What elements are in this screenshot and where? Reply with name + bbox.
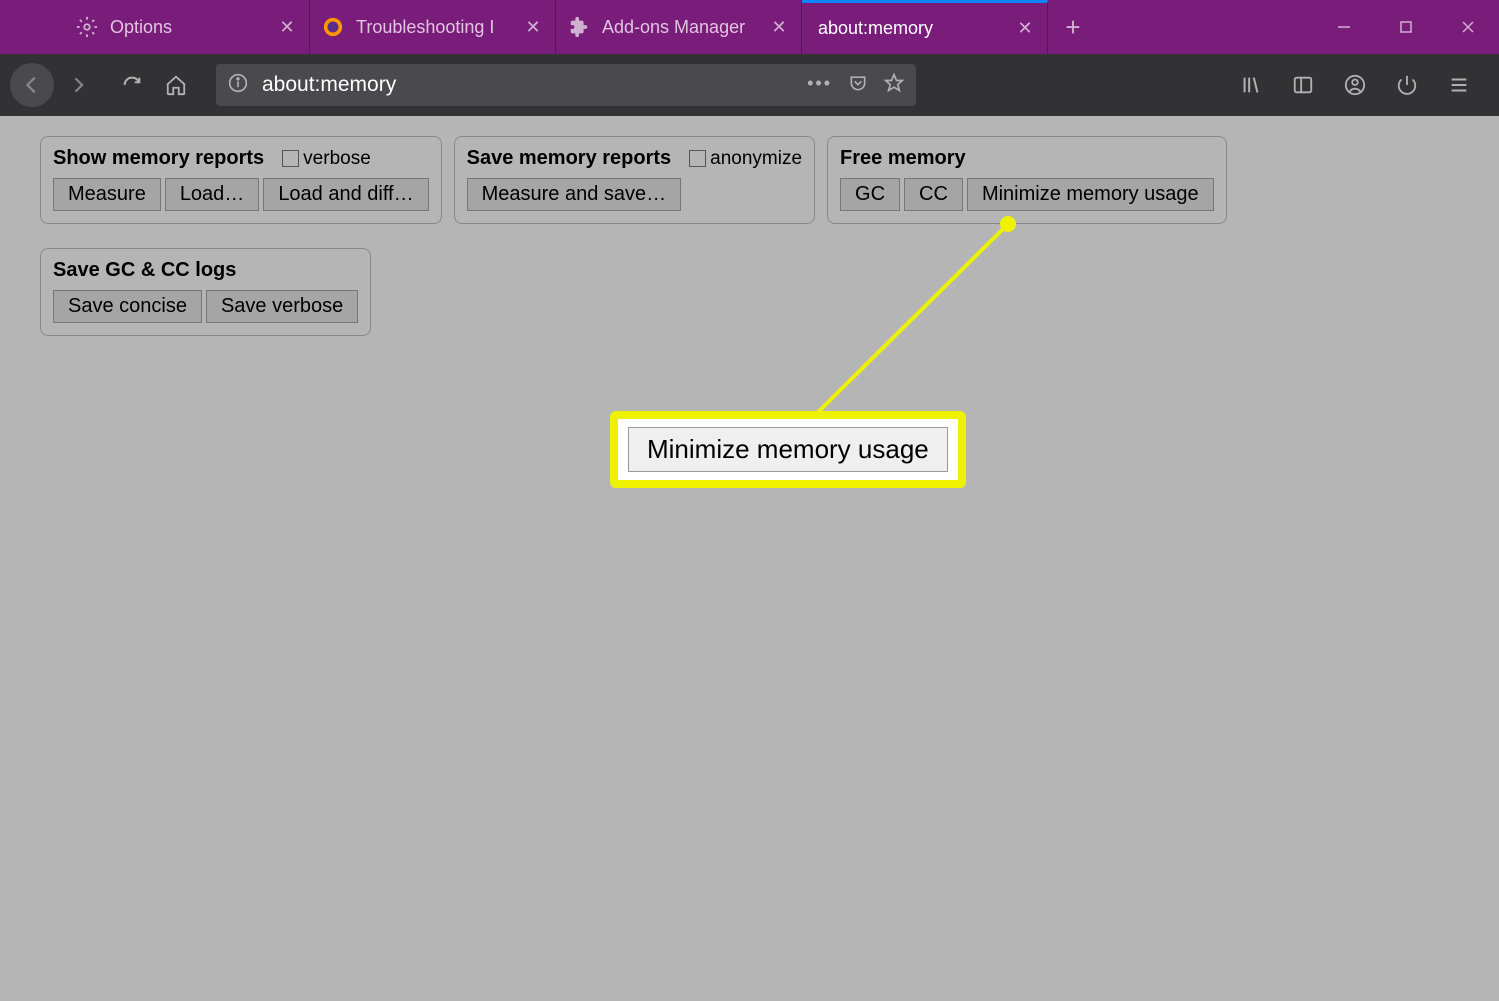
url-bar[interactable]: about:memory •••	[216, 64, 916, 106]
minimize-memory-usage-button[interactable]: Minimize memory usage	[967, 178, 1214, 211]
close-icon[interactable]: ✕	[277, 17, 297, 37]
tab-label: Add-ons Manager	[602, 17, 761, 38]
minimize-window-button[interactable]	[1313, 0, 1375, 54]
account-icon[interactable]	[1335, 65, 1375, 105]
close-icon[interactable]: ✕	[769, 17, 789, 37]
checkbox-text: verbose	[303, 148, 371, 170]
info-icon[interactable]	[228, 73, 248, 98]
callout-minimize-button: Minimize memory usage	[628, 427, 948, 472]
verbose-checkbox-label[interactable]: verbose	[282, 148, 371, 170]
tab-label: Options	[110, 17, 269, 38]
tab-options[interactable]: Options ✕	[64, 0, 310, 54]
page-content: Show memory reports verbose Measure Load…	[0, 116, 1499, 356]
save-gc-cc-logs-panel: Save GC & CC logs Save concise Save verb…	[40, 248, 371, 336]
callout-dot	[1000, 216, 1016, 232]
power-icon[interactable]	[1387, 65, 1427, 105]
tab-bar: Options ✕ Troubleshooting I ✕ Add-ons Ma…	[0, 0, 1499, 54]
firefox-icon	[322, 16, 344, 38]
url-actions: •••	[807, 73, 904, 98]
gc-button[interactable]: GC	[840, 178, 900, 211]
tab-troubleshooting[interactable]: Troubleshooting I ✕	[310, 0, 556, 54]
show-memory-reports-panel: Show memory reports verbose Measure Load…	[40, 136, 442, 224]
tab-label: about:memory	[818, 18, 1007, 39]
home-button[interactable]	[156, 65, 196, 105]
library-icon[interactable]	[1231, 65, 1271, 105]
navigation-toolbar: about:memory •••	[0, 54, 1499, 116]
close-icon[interactable]: ✕	[1015, 19, 1035, 39]
pocket-icon[interactable]	[848, 73, 868, 98]
url-text: about:memory	[262, 73, 807, 97]
tab-label: Troubleshooting I	[356, 17, 515, 38]
checkbox-icon[interactable]	[689, 150, 706, 167]
close-icon[interactable]: ✕	[523, 17, 543, 37]
checkbox-icon[interactable]	[282, 150, 299, 167]
toolbar-right	[1231, 65, 1479, 105]
menu-icon[interactable]	[1439, 65, 1479, 105]
free-memory-panel: Free memory GC CC Minimize memory usage	[827, 136, 1227, 224]
window-controls	[1313, 0, 1499, 54]
page-actions-icon[interactable]: •••	[807, 73, 832, 98]
sidebar-icon[interactable]	[1283, 65, 1323, 105]
save-verbose-button[interactable]: Save verbose	[206, 290, 358, 323]
tab-about-memory[interactable]: about:memory ✕	[802, 0, 1048, 54]
cc-button[interactable]: CC	[904, 178, 963, 211]
checkbox-text: anonymize	[710, 148, 802, 170]
save-memory-reports-panel: Save memory reports anonymize Measure an…	[454, 136, 815, 224]
anonymize-checkbox-label[interactable]: anonymize	[689, 148, 802, 170]
measure-and-save-button[interactable]: Measure and save…	[467, 178, 682, 211]
forward-button[interactable]	[58, 65, 98, 105]
reload-button[interactable]	[112, 65, 152, 105]
close-window-button[interactable]	[1437, 0, 1499, 54]
load-and-diff-button[interactable]: Load and diff…	[263, 178, 428, 211]
measure-button[interactable]: Measure	[53, 178, 161, 211]
callout-box: Minimize memory usage	[610, 411, 966, 488]
new-tab-button[interactable]: +	[1048, 0, 1098, 54]
tab-bar-spacer	[0, 0, 64, 54]
maximize-window-button[interactable]	[1375, 0, 1437, 54]
panel-title: Free memory	[840, 147, 966, 170]
panel-title: Save GC & CC logs	[53, 259, 236, 282]
tab-addons[interactable]: Add-ons Manager ✕	[556, 0, 802, 54]
panel-title: Save memory reports	[467, 147, 672, 170]
load-button[interactable]: Load…	[165, 178, 260, 211]
gear-icon	[76, 16, 98, 38]
panel-title: Show memory reports	[53, 147, 264, 170]
back-button[interactable]	[10, 63, 54, 107]
bookmark-star-icon[interactable]	[884, 73, 904, 98]
save-concise-button[interactable]: Save concise	[53, 290, 202, 323]
puzzle-icon	[568, 16, 590, 38]
